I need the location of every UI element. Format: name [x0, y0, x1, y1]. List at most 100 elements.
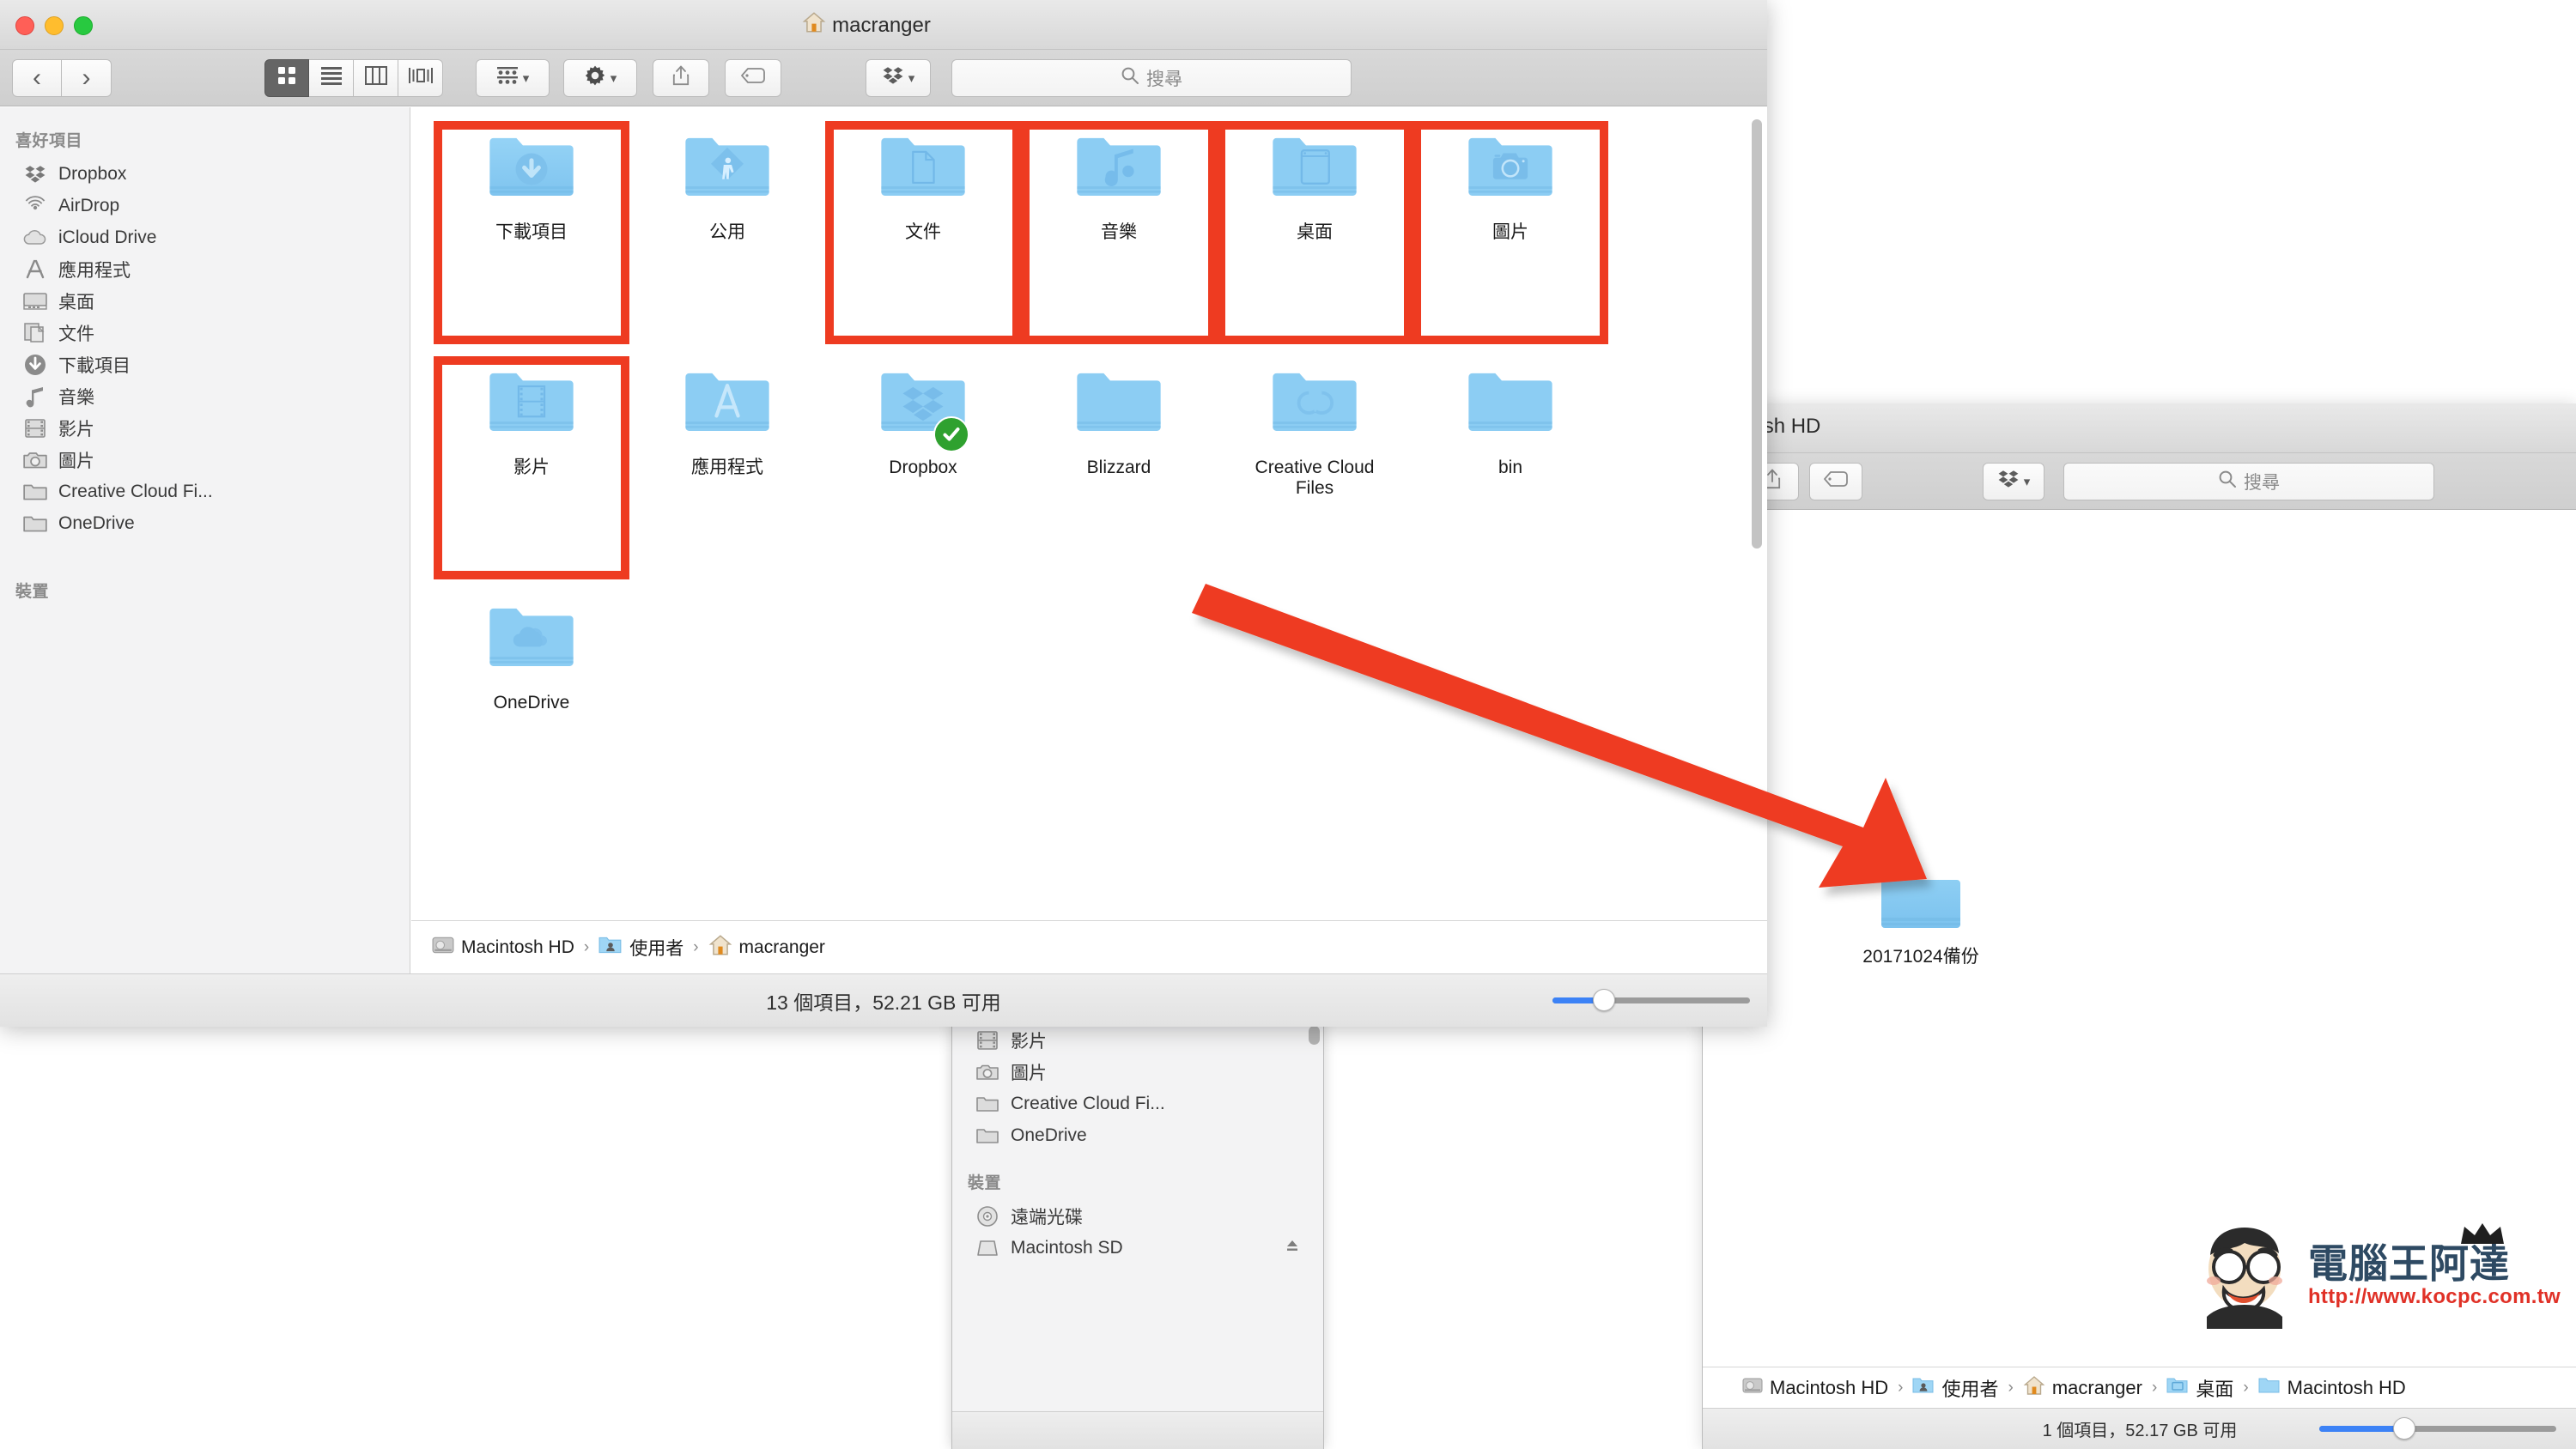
file-item[interactable]: 20171024備份 [1844, 846, 1998, 967]
arrange-button[interactable]: ▾ [476, 58, 550, 97]
right-window-search-input[interactable]: 搜尋 [2063, 462, 2434, 500]
sidebar-item-onedrive[interactable]: OneDrive [952, 1119, 1323, 1151]
sidebar-item-documents[interactable]: 文件 [0, 317, 410, 349]
sidebar-item-macintosh-sd[interactable]: Macintosh SD [952, 1232, 1323, 1264]
sidebar-item-movies[interactable]: 影片 [0, 412, 410, 444]
file-item[interactable]: Creative Cloud Files [1217, 356, 1413, 579]
main-window-sidebar[interactable]: 喜好項目 Dropbox AirDrop iCloud Drive 應用程式 桌… [0, 107, 410, 1027]
breadcrumb-item-users[interactable]: 使用者 [598, 935, 683, 961]
back-button[interactable]: ‹ [12, 58, 62, 97]
background-window-sidebar[interactable]: 影片 圖片 Creative Cloud Fi... OneDrive 裝置 遠 [952, 1021, 1323, 1416]
dropbox-icon [22, 163, 48, 185]
sidebar-item-airdrop[interactable]: AirDrop [0, 190, 410, 221]
folder-creative-cloud-icon [1270, 368, 1359, 449]
dropbox-toolbar-button[interactable]: ▾ [1983, 462, 2044, 500]
sidebar-item-pictures[interactable]: 圖片 [952, 1056, 1323, 1088]
eject-icon[interactable] [1284, 1237, 1301, 1259]
file-item[interactable]: 音樂 [1021, 121, 1217, 344]
file-item[interactable]: OneDrive [434, 591, 629, 815]
file-item[interactable]: Dropbox [825, 356, 1021, 579]
breadcrumb-item-desktop[interactable]: 桌面 [2166, 1374, 2233, 1402]
tag-button[interactable] [725, 58, 781, 97]
chevron-down-icon: ▾ [522, 70, 530, 86]
zoom-slider-knob[interactable] [2393, 1417, 2416, 1440]
main-window-search-input[interactable]: 搜尋 [951, 58, 1352, 97]
main-window-titlebar[interactable]: macranger [0, 0, 1767, 50]
sidebar-item-onedrive[interactable]: OneDrive [0, 507, 410, 539]
zoom-slider-knob[interactable] [1592, 989, 1615, 1011]
main-finder-window[interactable]: macranger ‹ › ▾ ▾ ▾ 搜尋 喜好項目 Dropbox AirD… [0, 0, 1767, 1027]
breadcrumb-item-macintosh-hd-folder[interactable]: Macintosh HD [2258, 1376, 2406, 1400]
sidebar-item-pictures[interactable]: 圖片 [0, 444, 410, 476]
main-window-toolbar[interactable]: ‹ › ▾ ▾ ▾ 搜尋 [0, 50, 1767, 106]
dropbox-toolbar-button[interactable]: ▾ [866, 58, 931, 97]
column-view-button[interactable] [354, 58, 398, 97]
sync-ok-badge [933, 416, 969, 452]
file-item[interactable]: 下載項目 [434, 121, 629, 344]
sidebar-item-icloud-drive[interactable]: iCloud Drive [0, 221, 410, 253]
watermark-url: http://www.kocpc.com.tw [2307, 1284, 2561, 1308]
right-window-breadcrumb[interactable]: Macintosh HD › 使用者 › macranger › 桌面 › Ma… [1703, 1367, 2576, 1408]
watermark-mascot-icon [2191, 1217, 2300, 1333]
forward-button[interactable]: › [62, 58, 112, 97]
file-item[interactable]: 公用 [629, 121, 825, 344]
view-mode-switcher[interactable] [264, 58, 443, 97]
sidebar-item-label: OneDrive [1011, 1125, 1087, 1145]
background-finder-window[interactable]: 影片 圖片 Creative Cloud Fi... OneDrive 裝置 遠 [951, 1020, 1324, 1449]
sidebar-item-label: 圖片 [1011, 1063, 1047, 1083]
users-folder-icon [598, 935, 623, 961]
breadcrumb-separator: › [583, 937, 590, 956]
sidebar-section-favorites: 喜好項目 [15, 132, 83, 150]
sidebar-item-applications[interactable]: 應用程式 [0, 253, 410, 285]
sidebar-item-label: Dropbox [58, 163, 127, 184]
sidebar-item-music[interactable]: 音樂 [0, 380, 410, 412]
share-button[interactable] [653, 58, 709, 97]
file-item[interactable]: 影片 [434, 356, 629, 579]
list-view-button[interactable] [309, 58, 354, 97]
sidebar-item-downloads[interactable]: 下載項目 [0, 349, 410, 380]
file-item[interactable]: 桌面 [1217, 121, 1413, 344]
dropbox-icon [1997, 468, 2020, 494]
file-item[interactable]: bin [1413, 356, 1608, 579]
desktop-folder-icon [2166, 1376, 2189, 1400]
share-icon [671, 64, 690, 91]
sidebar-item-remote-disc[interactable]: 遠端光碟 [952, 1200, 1323, 1232]
dropbox-icon [882, 64, 904, 91]
folder-icon [975, 1093, 1000, 1115]
background-window-scrollbar[interactable] [1309, 1026, 1320, 1045]
icon-view-button[interactable] [264, 58, 309, 97]
right-window-titlebar[interactable]: cintosh HD [1703, 403, 2576, 453]
coverflow-view-icon [408, 65, 434, 90]
breadcrumb-item-macranger[interactable]: macranger [708, 934, 825, 961]
coverflow-view-button[interactable] [398, 58, 443, 97]
breadcrumb-item-macranger[interactable]: macranger [2023, 1375, 2142, 1401]
file-item[interactable]: Blizzard [1021, 356, 1217, 579]
sidebar-item-creative-cloud-files[interactable]: Creative Cloud Fi... [952, 1088, 1323, 1119]
main-window-scrollbar[interactable] [1752, 119, 1762, 549]
right-window-zoom-slider[interactable] [2319, 1417, 2556, 1440]
sidebar-item-movies[interactable]: 影片 [952, 1024, 1323, 1056]
breadcrumb-item-users[interactable]: 使用者 [1912, 1374, 1999, 1402]
main-window-zoom-slider[interactable] [1552, 989, 1750, 1011]
chevron-down-icon: ▾ [610, 70, 617, 86]
main-window-icon-grid[interactable]: 下載項目 公用 文件 音樂 桌面 圖片 影片 應用程式 Dropbox Bliz… [411, 107, 1767, 827]
action-menu-button[interactable]: ▾ [563, 58, 637, 97]
breadcrumb-item-macintosh-hd[interactable]: Macintosh HD [1742, 1376, 1888, 1400]
file-item[interactable]: 圖片 [1413, 121, 1608, 344]
right-window-toolbar[interactable]: ▾ ▾ 搜尋 [1703, 453, 2576, 510]
tag-button[interactable] [1809, 462, 1862, 500]
right-window-icon-grid[interactable]: 20171024備份 [1703, 511, 2576, 979]
nav-buttons[interactable]: ‹ › [12, 58, 112, 97]
file-item[interactable]: 文件 [825, 121, 1021, 344]
file-item-label: 應用程式 [691, 458, 763, 477]
file-item[interactable]: 應用程式 [629, 356, 825, 579]
main-window-content[interactable]: 下載項目 公用 文件 音樂 桌面 圖片 影片 應用程式 Dropbox Bliz… [411, 107, 1767, 918]
breadcrumb-item-macintosh-hd[interactable]: Macintosh HD [432, 935, 574, 961]
watermark-text: 電腦王阿達 http://www.kocpc.com.tw [2307, 1222, 2561, 1308]
main-window-breadcrumb[interactable]: Macintosh HD › 使用者 › macranger [411, 920, 1767, 973]
sidebar-item-label: 遠端光碟 [1011, 1207, 1083, 1228]
tag-icon [739, 66, 767, 89]
sidebar-item-desktop[interactable]: 桌面 [0, 285, 410, 317]
sidebar-item-dropbox[interactable]: Dropbox [0, 158, 410, 190]
sidebar-item-creative-cloud-files[interactable]: Creative Cloud Fi... [0, 476, 410, 507]
